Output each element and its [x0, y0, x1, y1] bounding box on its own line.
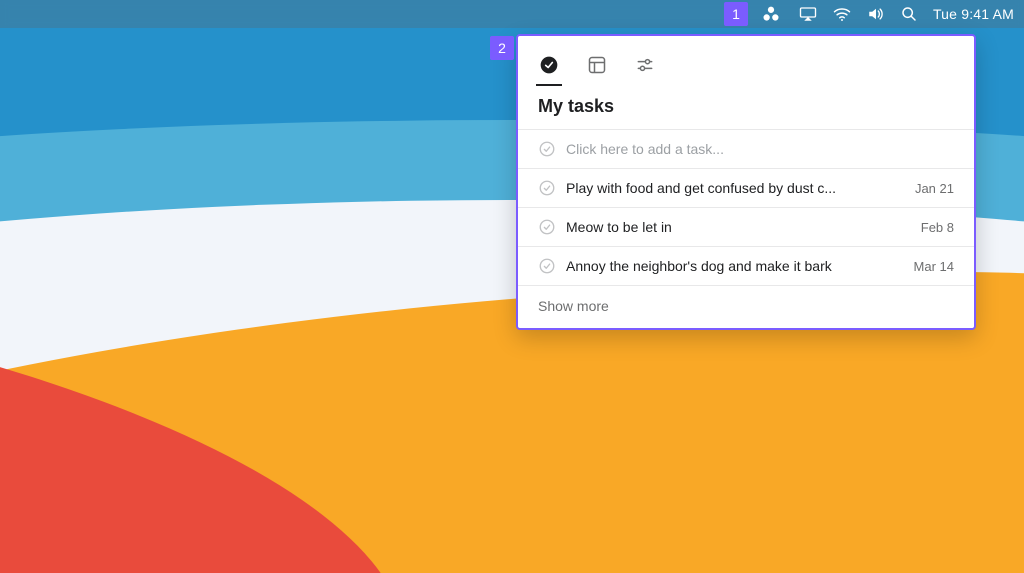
panel-title: My tasks: [518, 86, 974, 129]
add-task-row[interactable]: Click here to add a task...: [518, 130, 974, 169]
annotation-badge-1: 1: [724, 2, 748, 26]
panel-tabs: [518, 36, 974, 86]
task-list: Click here to add a task... Play with fo…: [518, 129, 974, 286]
task-title: Meow to be let in: [566, 219, 911, 235]
annotation-badge-2: 2: [490, 36, 514, 60]
task-date: Mar 14: [914, 259, 954, 274]
macos-menubar: Tue 9:41 AM: [0, 0, 1024, 28]
tab-projects[interactable]: [586, 50, 608, 80]
tab-tasks[interactable]: [538, 50, 560, 80]
airplay-icon[interactable]: [799, 6, 817, 22]
check-circle-icon[interactable]: [538, 257, 556, 275]
task-row[interactable]: Play with food and get confused by dust …: [518, 169, 974, 208]
show-more-button[interactable]: Show more: [518, 286, 974, 328]
task-row[interactable]: Annoy the neighbor's dog and make it bar…: [518, 247, 974, 286]
spotlight-search-icon[interactable]: [901, 6, 917, 22]
volume-icon[interactable]: [867, 6, 885, 22]
task-date: Jan 21: [915, 181, 954, 196]
add-task-placeholder: Click here to add a task...: [566, 141, 954, 157]
task-row[interactable]: Meow to be let in Feb 8: [518, 208, 974, 247]
task-title: Play with food and get confused by dust …: [566, 180, 905, 196]
task-title: Annoy the neighbor's dog and make it bar…: [566, 258, 904, 274]
asana-menubar-icon[interactable]: [759, 2, 783, 26]
wifi-icon[interactable]: [833, 7, 851, 21]
menubar-clock[interactable]: Tue 9:41 AM: [933, 6, 1014, 22]
tab-settings[interactable]: [634, 50, 656, 80]
check-circle-icon: [538, 140, 556, 158]
check-circle-icon[interactable]: [538, 179, 556, 197]
task-date: Feb 8: [921, 220, 954, 235]
check-circle-icon[interactable]: [538, 218, 556, 236]
asana-tasks-panel: My tasks Click here to add a task... Pla…: [516, 34, 976, 330]
